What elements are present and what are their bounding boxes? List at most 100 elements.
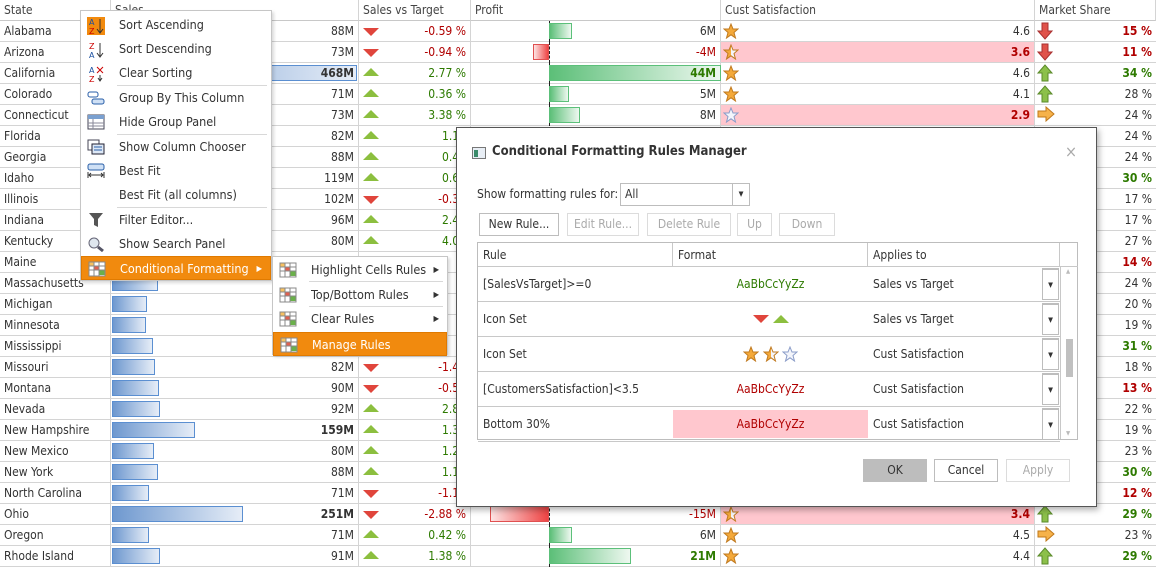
triangle-up-icon: [363, 152, 379, 160]
rules-grid: Rule Format Applies to ▲ ▼ [SalesVsTarge…: [477, 242, 1078, 442]
profit-cell: 21M: [471, 546, 721, 567]
rules-header-format: Format: [673, 243, 868, 267]
rules-scrollbar[interactable]: ▲ ▼: [1060, 267, 1078, 439]
sales-vs-target-cell: 0.45: [359, 147, 471, 167]
submenu-item-top-bottom-rules[interactable]: Top/Bottom Rules ▶: [273, 283, 447, 307]
delete-rule-button[interactable]: Delete Rule: [647, 213, 731, 236]
edit-rule-button[interactable]: Edit Rule...: [567, 213, 639, 236]
rule-row[interactable]: Bottom 30% AaBbCcYyZz Cust Satisfaction ▼: [478, 407, 1060, 442]
menu-item-group-by-this-column[interactable]: Group By This Column: [81, 86, 271, 110]
svg-text:Z: Z: [89, 27, 95, 35]
ok-button[interactable]: OK: [863, 459, 927, 482]
triangle-up-icon: [363, 110, 379, 118]
new-rule-button[interactable]: New Rule...: [479, 213, 559, 236]
menu-item-sort-descending[interactable]: Z A Sort Descending: [81, 37, 271, 61]
column-header-profit[interactable]: Profit: [471, 0, 721, 21]
sales-value: 71M: [330, 486, 354, 500]
scroll-thumb[interactable]: [1066, 339, 1073, 377]
rule-dropdown-button[interactable]: ▼: [1042, 303, 1059, 335]
menu-item-sort-ascending[interactable]: A Z Sort Ascending: [81, 13, 271, 37]
sales-data-bar: [112, 506, 243, 522]
menu-item-show-column-chooser[interactable]: Show Column Chooser: [81, 135, 271, 159]
rule-format-preview: AaBbCcYyZz: [736, 277, 805, 291]
sales-vs-target-cell: 3.38 %: [359, 105, 471, 125]
menu-item-label: Sort Ascending: [119, 17, 204, 32]
sales-vs-target-value: 0.36 %: [428, 87, 466, 101]
arrow-right-icon: [1037, 105, 1055, 128]
menu-item-best-fit-all-columns[interactable]: Best Fit (all columns): [81, 183, 271, 207]
rule-dropdown-button[interactable]: ▼: [1042, 408, 1059, 440]
cust-satisfaction-cell: 4.6: [721, 21, 1035, 41]
menu-item-label: Show Column Chooser: [119, 139, 246, 154]
close-icon[interactable]: ×: [1065, 142, 1077, 161]
profit-value: 6M: [699, 24, 716, 38]
conditional-formatting-icon: [88, 261, 106, 277]
cust-satisfaction-cell: 4.1: [721, 84, 1035, 104]
cust-satisfaction-cell: 4.6: [721, 63, 1035, 83]
move-down-button[interactable]: Down: [779, 213, 835, 236]
sales-cell: 88M: [111, 462, 359, 482]
profit-data-bar: [549, 23, 572, 39]
clear-sorting-icon: AZ: [87, 65, 105, 84]
rule-row[interactable]: Icon Set Cust Satisfaction ▼: [478, 337, 1060, 372]
profit-cell: 5M: [471, 84, 721, 105]
profit-data-bar: [549, 107, 580, 123]
rule-row[interactable]: [CustomersSatisfaction]<3.5 AaBbCcYyZz Cus…: [478, 372, 1060, 407]
sales-data-bar: [112, 317, 146, 333]
profit-cell: -4M: [471, 42, 721, 63]
sales-vs-target-cell: 2.49: [359, 210, 471, 230]
sales-data-bar: [112, 548, 160, 564]
triangle-up-icon: [363, 404, 379, 412]
cancel-button[interactable]: Cancel: [934, 459, 998, 482]
column-header-sales-vs-target[interactable]: Sales vs Target: [359, 0, 471, 21]
submenu-item-manage-rules[interactable]: Manage Rules: [273, 331, 447, 356]
menu-item-conditional-formatting[interactable]: Conditional Formatting ▶: [81, 256, 271, 280]
sales-vs-target-cell: 1.33: [359, 420, 471, 440]
sales-vs-target-cell: 1.15: [359, 126, 471, 146]
state-cell: Michigan: [0, 294, 111, 314]
menu-item-label: Best Fit (all columns): [119, 187, 237, 202]
submenu-item-clear-rules[interactable]: Clear Rules ▶: [273, 307, 447, 331]
show-rules-for-label: Show formatting rules for:: [477, 187, 619, 201]
market-share-value: 15 %: [1122, 24, 1152, 38]
column-header-market-share[interactable]: Market Share: [1035, 0, 1156, 21]
market-share-value: 24 %: [1124, 108, 1152, 122]
menu-item-clear-sorting[interactable]: A Z Clear Sorting: [81, 61, 271, 85]
apply-button[interactable]: Apply: [1006, 459, 1070, 482]
show-rules-for-combo[interactable]: All ▼: [620, 183, 750, 206]
rule-row[interactable]: Icon Set Sales vs Target ▼: [478, 302, 1060, 337]
menu-item-best-fit[interactable]: Best Fit: [81, 159, 271, 183]
sales-vs-target-cell: -0.50: [359, 378, 471, 398]
rule-dropdown-button[interactable]: ▼: [1042, 338, 1059, 370]
sales-vs-target-value: -0.59 %: [424, 24, 466, 38]
column-header-cust-satisfaction[interactable]: Cust Satisfaction: [721, 0, 1035, 21]
scroll-up-icon[interactable]: ▲: [1066, 268, 1070, 275]
triangle-down-icon: [363, 28, 379, 36]
sales-vs-target-value: 2.77 %: [428, 66, 466, 80]
profit-data-bar: [490, 506, 549, 522]
sales-vs-target-cell: 2.84: [359, 399, 471, 419]
menu-item-hide-group-panel[interactable]: Hide Group Panel: [81, 110, 271, 134]
menu-item-label: Top/Bottom Rules: [311, 286, 409, 302]
menu-item-show-search-panel[interactable]: Show Search Panel: [81, 232, 271, 256]
chevron-down-icon[interactable]: ▼: [732, 184, 749, 205]
move-up-button[interactable]: Up: [737, 213, 772, 236]
submenu-arrow-icon: ▶: [256, 264, 262, 273]
sales-vs-target-cell: 0.42 %: [359, 525, 471, 545]
rule-dropdown-button[interactable]: ▼: [1042, 268, 1059, 300]
submenu-item-highlight-cells-rules[interactable]: Highlight Cells Rules ▶: [273, 258, 447, 282]
submenu-arrow-icon: ▶: [433, 265, 439, 274]
cust-satisfaction-value: 2.9: [1010, 108, 1030, 122]
menu-item-filter-editor[interactable]: Filter Editor...: [81, 208, 271, 232]
market-share-value: 27 %: [1124, 234, 1152, 248]
rule-row[interactable]: [SalesVsTarget]>=0 AaBbCcYyZz Sales vs Tar…: [478, 267, 1060, 302]
market-share-cell: 29 %: [1035, 546, 1156, 566]
scroll-down-icon[interactable]: ▼: [1066, 430, 1070, 437]
sales-vs-target-cell: -2.88 %: [359, 504, 471, 524]
menu-item-label: Filter Editor...: [119, 212, 194, 227]
rule-dropdown-button[interactable]: ▼: [1042, 373, 1059, 405]
market-share-value: 31 %: [1122, 339, 1152, 353]
rule-applies-to: Sales vs Target: [873, 312, 954, 326]
market-share-value: 18 %: [1124, 360, 1152, 374]
state-cell: New Hampshire: [0, 420, 111, 440]
